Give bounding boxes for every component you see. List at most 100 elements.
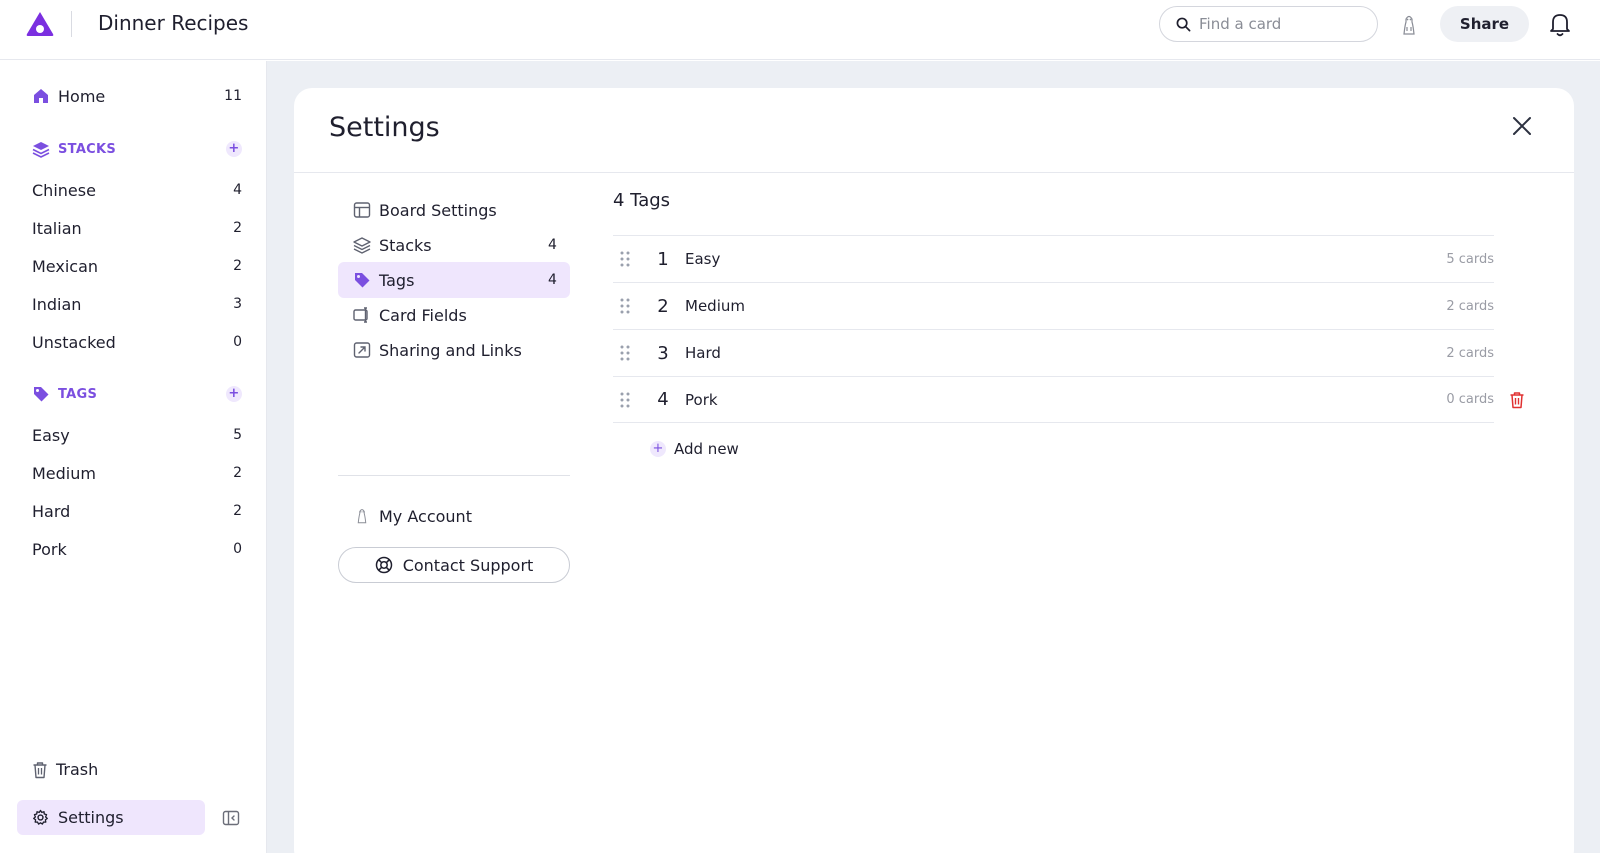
tags-section-header: TAGS + [32, 382, 242, 406]
sidebar-item-hard[interactable]: Hard 2 [32, 496, 242, 526]
add-tag-button[interactable]: + [226, 386, 242, 402]
tag-row-medium[interactable]: 2 Medium 2 cards [613, 282, 1494, 329]
settings-nav-count: 4 [548, 272, 557, 288]
sidebar-item-label: Home [58, 86, 106, 106]
sidebar-item-pork[interactable]: Pork 0 [32, 534, 242, 564]
sidebar-collapse-icon[interactable] [222, 809, 240, 827]
sidebar-item-unstacked[interactable]: Unstacked 0 [32, 327, 242, 357]
close-icon[interactable] [1510, 114, 1534, 138]
app-logo-icon[interactable] [25, 10, 55, 38]
sidebar-item-settings[interactable]: Settings [17, 800, 205, 835]
bell-icon[interactable] [1547, 10, 1573, 38]
board-title: Dinner Recipes [98, 11, 249, 35]
panel-divider [294, 172, 1574, 173]
drag-handle-icon[interactable] [619, 391, 631, 409]
board-icon [353, 202, 371, 218]
tag-card-count: 2 cards [1446, 298, 1494, 314]
tag-icon [355, 273, 370, 288]
sidebar-item-count: 2 [233, 258, 242, 274]
add-stack-button[interactable]: + [226, 141, 242, 157]
sidebar-item-label: Easy [32, 425, 70, 445]
settings-nav-board-settings[interactable]: Board Settings [338, 192, 570, 228]
sidebar-item-count: 0 [233, 541, 242, 557]
settings-nav-label: Stacks [379, 235, 432, 255]
tag-row-pork[interactable]: 4 Pork 0 cards [613, 376, 1494, 423]
delete-tag-icon[interactable] [1509, 391, 1525, 409]
sidebar-item-count: 5 [233, 427, 242, 443]
sidebar-item-count: 4 [233, 182, 242, 198]
sidebar-item-label: Chinese [32, 180, 96, 200]
tag-name[interactable]: Pork [685, 391, 1446, 409]
plus-icon: + [650, 441, 666, 457]
drag-handle-icon[interactable] [619, 297, 631, 315]
settings-nav-stacks[interactable]: Stacks 4 [338, 227, 570, 263]
tags-heading: TAGS [58, 386, 98, 402]
tag-card-count: 5 cards [1446, 251, 1494, 267]
stacks-section-header: STACKS + [32, 137, 242, 161]
settings-nav-count: 4 [548, 237, 557, 253]
drag-handle-icon[interactable] [619, 250, 631, 268]
tag-card-count: 0 cards [1446, 392, 1494, 407]
settings-nav-label: Tags [379, 270, 415, 290]
settings-panel: Settings Board Settings Stacks 4 Tags 4 … [294, 88, 1574, 853]
contact-support-button[interactable]: Contact Support [338, 547, 570, 583]
sidebar-item-mexican[interactable]: Mexican 2 [32, 251, 242, 281]
stacks-heading: STACKS [58, 141, 117, 157]
stacks-icon [32, 142, 50, 158]
sidebar-item-home[interactable]: Home 11 [32, 81, 242, 111]
sidebar-item-italian[interactable]: Italian 2 [32, 213, 242, 243]
sidebar-item-label: Trash [56, 760, 99, 779]
tag-name[interactable]: Easy [685, 250, 1446, 268]
settings-nav-label: Sharing and Links [379, 340, 522, 360]
settings-nav-label: Card Fields [379, 305, 467, 325]
sidebar-item-label: Mexican [32, 256, 99, 276]
top-bar: Dinner Recipes Share [0, 0, 1600, 60]
sidebar-item-count: 11 [224, 88, 242, 104]
tag-name[interactable]: Hard [685, 344, 1446, 362]
sidebar-item-count: 3 [233, 296, 242, 312]
sidebar-item-medium[interactable]: Medium 2 [32, 458, 242, 488]
tag-number: 3 [657, 342, 669, 364]
avatar-icon[interactable] [1397, 13, 1421, 37]
card-fields-icon [353, 307, 368, 323]
settings-nav-my-account[interactable]: My Account [338, 498, 570, 534]
sidebar-item-count: 0 [233, 334, 242, 350]
tag-row-easy[interactable]: 1 Easy 5 cards [613, 235, 1494, 282]
sidebar-item-label: Settings [58, 808, 124, 827]
tags-count-heading: 4 Tags [613, 190, 671, 211]
sidebar-item-chinese[interactable]: Chinese 4 [32, 175, 242, 205]
stacks-icon [353, 237, 371, 254]
settings-nav-card-fields[interactable]: Card Fields [338, 297, 570, 333]
lifebuoy-icon [375, 556, 392, 574]
drag-handle-icon[interactable] [619, 344, 631, 362]
add-new-tag-button[interactable]: + Add new [650, 440, 739, 458]
tag-icon [34, 387, 49, 402]
settings-nav-label: My Account [379, 506, 472, 526]
sidebar-item-label: Pork [32, 539, 67, 559]
share-link-icon [353, 342, 371, 358]
share-button[interactable]: Share [1440, 6, 1529, 42]
sidebar-item-label: Medium [32, 463, 96, 483]
tag-card-count: 2 cards [1446, 345, 1494, 361]
settings-nav-sharing[interactable]: Sharing and Links [338, 332, 570, 368]
sidebar-item-count: 2 [233, 465, 242, 481]
tag-number: 4 [657, 389, 669, 410]
avatar-icon [357, 509, 367, 524]
tag-row-hard[interactable]: 3 Hard 2 cards [613, 329, 1494, 376]
sidebar-item-trash[interactable]: Trash [32, 760, 98, 779]
sidebar-item-label: Hard [32, 501, 71, 521]
home-icon [34, 89, 48, 103]
sidebar-item-label: Indian [32, 294, 82, 314]
sidebar-item-label: Unstacked [32, 332, 116, 352]
tag-number: 2 [657, 295, 669, 317]
tag-number: 1 [657, 248, 669, 270]
sidebar-item-indian[interactable]: Indian 3 [32, 289, 242, 319]
settings-nav-tags[interactable]: Tags 4 [338, 262, 570, 298]
header-divider [71, 11, 72, 37]
sidebar-item-easy[interactable]: Easy 5 [32, 420, 242, 450]
tag-name[interactable]: Medium [685, 297, 1446, 315]
gear-icon [33, 809, 48, 825]
search-input[interactable] [1199, 15, 1359, 33]
search-box[interactable] [1159, 6, 1378, 42]
page-title: Settings [329, 112, 440, 143]
